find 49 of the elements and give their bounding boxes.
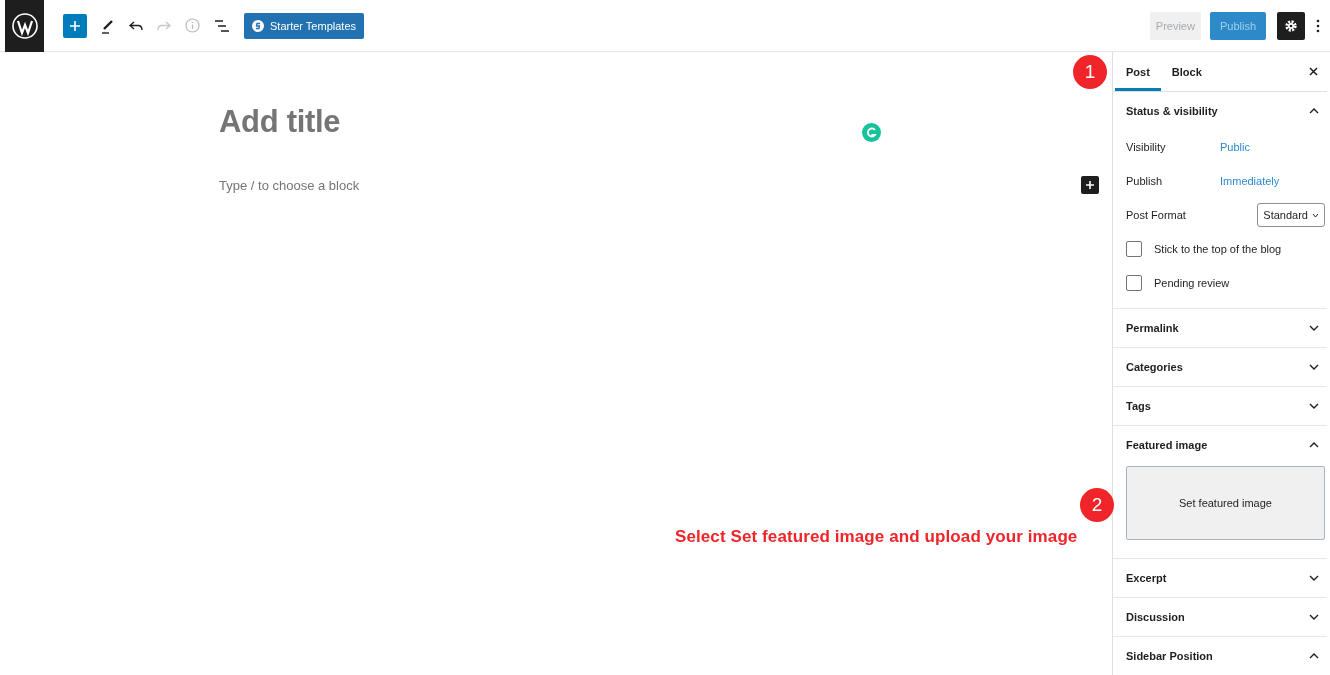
close-icon[interactable] xyxy=(1309,67,1318,76)
block-placeholder[interactable]: Type / to choose a block xyxy=(219,177,1081,193)
post-format-select[interactable]: Standard xyxy=(1257,203,1325,227)
settings-button[interactable] xyxy=(1277,11,1305,40)
chevron-up-icon[interactable] xyxy=(1309,108,1319,114)
chevron-down-icon[interactable] xyxy=(1309,614,1319,620)
checkbox-label: Stick to the top of the blog xyxy=(1154,243,1282,255)
add-block-button[interactable] xyxy=(1081,176,1099,194)
chevron-down-icon[interactable] xyxy=(1309,364,1319,370)
list-view-icon[interactable] xyxy=(214,18,230,33)
title-placeholder[interactable]: Add title xyxy=(219,104,1112,140)
templates-logo-icon xyxy=(252,19,264,32)
chevron-down-icon[interactable] xyxy=(1309,403,1319,409)
chevron-up-icon[interactable] xyxy=(1309,442,1319,448)
wordpress-logo[interactable] xyxy=(11,12,38,39)
panel-title[interactable]: Sidebar Position xyxy=(1126,650,1213,662)
undo-icon[interactable] xyxy=(129,19,143,32)
panel-title[interactable]: Categories xyxy=(1126,361,1183,373)
checkbox-label: Pending review xyxy=(1154,277,1230,289)
field-label: Post Format xyxy=(1126,209,1187,221)
step-number-badge: 1 xyxy=(1073,55,1107,89)
chevron-up-icon[interactable] xyxy=(1309,653,1319,659)
step-number-badge: 2 xyxy=(1080,488,1114,522)
plus-icon xyxy=(69,19,81,32)
panel-title[interactable]: Tags xyxy=(1126,400,1151,412)
pencil-icon[interactable] xyxy=(101,17,115,34)
field-value-link[interactable]: Public xyxy=(1220,141,1250,153)
instruction-text: Select Set featured image and upload your image xyxy=(675,527,1078,547)
set-featured-image-button[interactable]: Set featured image xyxy=(1126,466,1325,540)
field-label: Publish xyxy=(1126,175,1164,187)
panel-title[interactable]: Featured image xyxy=(1126,439,1208,451)
grammar-checker-icon[interactable] xyxy=(862,123,881,142)
chevron-down-icon[interactable] xyxy=(1309,325,1319,331)
field-value-link[interactable]: Immediately xyxy=(1220,175,1280,187)
panel-title[interactable]: Discussion xyxy=(1126,611,1185,623)
chevron-down-icon xyxy=(1312,212,1319,218)
chevron-down-icon[interactable] xyxy=(1309,575,1319,581)
panel-title[interactable]: Permalink xyxy=(1126,322,1179,334)
more-options-icon[interactable] xyxy=(1316,18,1320,33)
checkbox[interactable] xyxy=(1126,275,1142,291)
starter-templates-button[interactable]: Starter Templates xyxy=(244,12,364,39)
sidebar-tab[interactable]: Post xyxy=(1115,52,1161,91)
panel-title[interactable]: Excerpt xyxy=(1126,572,1167,584)
settings-icon xyxy=(1284,18,1298,33)
field-label: Visibility xyxy=(1126,141,1167,153)
sidebar-tab[interactable]: Block xyxy=(1160,52,1213,91)
checkbox[interactable] xyxy=(1126,241,1142,257)
panel-title[interactable]: Status & visibility xyxy=(1126,105,1218,117)
plus-icon xyxy=(1085,180,1095,190)
